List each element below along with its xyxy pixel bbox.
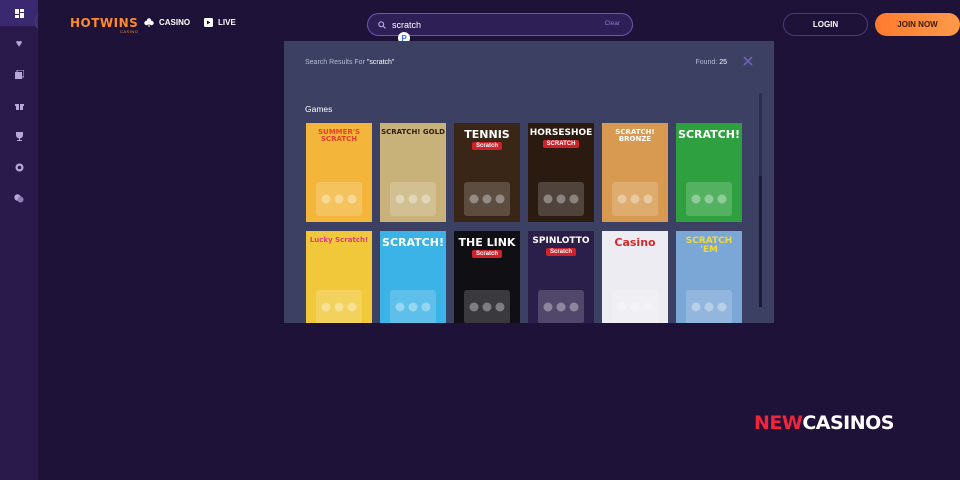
game-artwork [538,182,584,216]
game-tile[interactable]: SCRATCH! [380,231,446,323]
search-results-query: "scratch" [366,59,395,66]
join-now-button[interactable]: JOIN NOW [875,13,960,36]
sidebar-item-live[interactable] [0,152,38,183]
sidebar-item-promotions[interactable] [0,90,38,121]
results-scroll-thumb[interactable] [759,176,762,307]
game-tile[interactable]: THE LINK Scratch [454,231,520,323]
game-tile[interactable]: SCRATCH 'EM [676,231,742,323]
game-artwork [316,182,362,216]
game-title: SPINLOTTO [532,236,590,246]
search-results-prefix: Search Results For [305,59,365,66]
game-title: Lucky Scratch! [309,236,369,244]
grid-icon [14,8,24,18]
watermark-part-casinos: CASINOS [802,412,894,434]
game-title: HORSESHOE [529,128,593,138]
game-tile[interactable]: SCRATCH! GOLD [380,123,446,222]
game-title: Casino [614,236,656,249]
nav-live[interactable]: LIVE [204,18,236,27]
game-tile[interactable]: SCRATCH! BRONZE [602,123,668,222]
sidebar-item-favorites[interactable]: ♥ [0,28,38,59]
stack-icon [14,70,24,79]
heart-icon: ♥ [15,37,23,50]
sidebar-item-tournaments[interactable] [0,121,38,152]
chip-icon [15,163,23,172]
game-tile[interactable]: SUMMER'S SCRATCH [306,123,372,222]
game-artwork [316,290,362,323]
search-results-panel: Search Results For "scratch" Found: 25 G… [284,41,774,323]
sidebar: ♥ [0,0,38,480]
game-artwork [686,290,732,323]
game-artwork [464,182,510,216]
game-tile[interactable]: Lucky Scratch! [306,231,372,323]
game-subtitle: SCRATCH [542,140,580,148]
logo[interactable]: HOTWINS CASINO [70,16,138,34]
sidebar-item-games[interactable] [0,59,38,90]
close-icon[interactable] [743,56,753,66]
game-artwork [390,290,436,323]
game-tile[interactable]: Casino [602,231,668,323]
search-clear-link[interactable]: Clear [604,20,620,27]
game-subtitle: Scratch [471,142,502,150]
found-value: 25 [719,59,727,66]
chat-icon [14,194,24,203]
nav-casino[interactable]: CASINO [144,18,190,27]
game-artwork [686,182,732,216]
game-title: SCRATCH! BRONZE [615,128,655,143]
game-tile[interactable]: SPINLOTTO Scratch [528,231,594,323]
nav-casino-label: CASINO [159,18,191,27]
game-artwork [612,182,658,216]
found-label: Found: [695,59,718,66]
game-tile[interactable]: SCRATCH! [676,123,742,222]
trophy-icon [15,132,23,141]
game-artwork [390,182,436,216]
gift-icon [14,102,24,110]
sidebar-item-home[interactable] [0,0,38,26]
found-count: Found: 25 [695,59,727,66]
game-title: SUMMER'S SCRATCH [317,128,360,143]
game-title: SCRATCH 'EM [685,236,733,255]
logo-text: HOTWINS [70,16,139,30]
game-subtitle: Scratch [545,248,576,256]
login-button[interactable]: LOGIN [783,13,868,36]
game-title: THE LINK [458,236,516,249]
games-section-title: Games [305,104,333,114]
game-title: TENNIS [464,128,510,141]
search-results-heading: Search Results For "scratch" [305,59,394,66]
nav-live-label: LIVE [218,18,236,27]
game-title: SCRATCH! [382,236,444,249]
search-icon [378,20,386,29]
sidebar-item-support[interactable] [0,183,38,214]
search-input[interactable] [392,19,592,30]
clover-icon [144,18,154,27]
game-artwork [538,290,584,323]
game-artwork [612,290,658,323]
game-title: SCRATCH! [678,128,740,141]
game-artwork [464,290,510,323]
game-title: SCRATCH! GOLD [381,128,445,136]
watermark-part-new: NEW [754,412,803,434]
watermark: NEWCASINOS [754,412,894,434]
game-subtitle: Scratch [471,250,502,258]
game-tile[interactable]: TENNIS Scratch [454,123,520,222]
live-icon [204,18,213,27]
game-tile[interactable]: HORSESHOE SCRATCH [528,123,594,222]
